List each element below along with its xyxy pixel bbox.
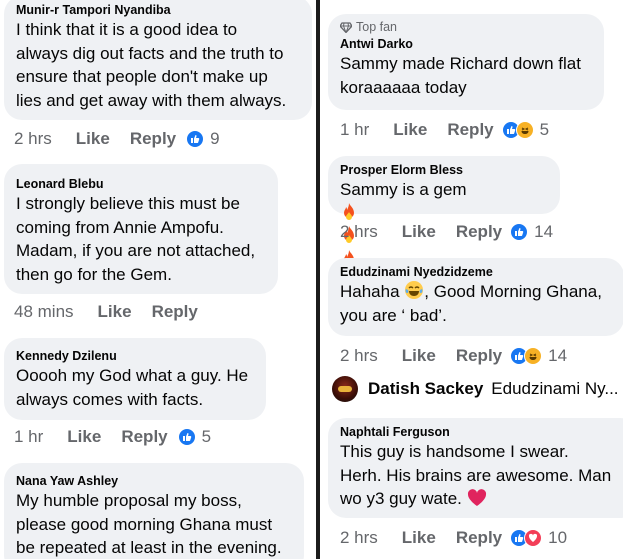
- reaction-count[interactable]: 5: [540, 120, 549, 140]
- comment-author[interactable]: Prosper Elorm Bless: [340, 162, 548, 178]
- comment-author[interactable]: Antwi Darko: [340, 36, 592, 52]
- like-button[interactable]: Like: [76, 129, 110, 149]
- comment-actions: 2 hrs Like Reply 14: [340, 220, 553, 244]
- comment-timestamp[interactable]: 2 hrs: [340, 528, 378, 548]
- reaction-count[interactable]: 10: [548, 528, 567, 548]
- reply-button[interactable]: Reply: [152, 302, 198, 322]
- comment-timestamp[interactable]: 2 hrs: [14, 129, 52, 149]
- reaction-summary[interactable]: [510, 529, 543, 547]
- reply-button[interactable]: Reply: [456, 222, 502, 242]
- top-fan-badge: Top fan: [340, 20, 592, 34]
- right-comment-column: Top fan Antwi Darko Sammy made Richard d…: [320, 0, 623, 559]
- top-fan-label: Top fan: [356, 20, 398, 34]
- like-reaction-icon: [177, 428, 196, 446]
- comment-text: I strongly believe this must be coming f…: [16, 194, 256, 284]
- comment-author[interactable]: Leonard Blebu: [16, 176, 266, 192]
- reply-preview[interactable]: Datish Sackey Edudzinami Ny...: [332, 374, 619, 404]
- comment-author[interactable]: Edudzinami Nyedzidzeme: [340, 264, 612, 280]
- reaction-summary[interactable]: [186, 130, 205, 148]
- reaction-summary[interactable]: [177, 428, 196, 446]
- comment-bubble: Prosper Elorm Bless Sammy is a gem: [328, 156, 560, 267]
- comment-author[interactable]: Naphtali Ferguson: [340, 424, 623, 440]
- reply-button[interactable]: Reply: [447, 120, 493, 140]
- comment-author[interactable]: Nana Yaw Ashley: [16, 473, 292, 489]
- like-button[interactable]: Like: [393, 120, 427, 140]
- comment-bubble: Naphtali Ferguson This guy is handsome I…: [328, 418, 623, 518]
- like-button[interactable]: Like: [402, 222, 436, 242]
- comment-timestamp[interactable]: 48 mins: [14, 302, 74, 322]
- fire-emoji: [344, 202, 354, 220]
- reply-button[interactable]: Reply: [456, 528, 502, 548]
- comment-text: This guy is handsome I swear. Herh. His …: [340, 442, 612, 508]
- comment-bubble: Kennedy Dzilenu Ooooh my God what a guy.…: [4, 338, 266, 420]
- reaction-summary[interactable]: [501, 121, 534, 139]
- comment-actions: 1 hr Like Reply 5: [340, 118, 549, 142]
- comment-timestamp[interactable]: 2 hrs: [340, 222, 378, 242]
- comment-actions: 2 hrs Like Reply 10: [340, 526, 567, 550]
- comment-text: Hahaha , Good Morning Ghana, you are ‘ b…: [340, 281, 602, 325]
- comment-actions: 1 hr Like Reply 5: [14, 425, 211, 449]
- tears-of-joy-emoji: [405, 281, 424, 299]
- reaction-count[interactable]: 14: [548, 346, 567, 366]
- comment-text: My humble proposal my boss, please good …: [16, 491, 282, 557]
- reaction-summary[interactable]: [510, 347, 543, 365]
- haha-reaction-icon: [515, 121, 534, 139]
- red-heart-emoji: [467, 489, 486, 506]
- comment-timestamp[interactable]: 2 hrs: [340, 346, 378, 366]
- comment-actions: 48 mins Like Reply: [14, 300, 218, 324]
- comment-text: I think that it is a good idea to always…: [16, 20, 287, 110]
- comment-text: Sammy made Richard down flat koraaaaaa t…: [340, 54, 581, 97]
- like-reaction-icon: [510, 223, 529, 241]
- comment-bubble: Munir-r Tampori Nyandiba I think that it…: [4, 0, 312, 120]
- comment-author[interactable]: Munir-r Tampori Nyandiba: [16, 2, 300, 18]
- avatar[interactable]: [332, 376, 358, 402]
- like-button[interactable]: Like: [402, 528, 436, 548]
- reply-preview-author[interactable]: Datish Sackey: [368, 379, 483, 399]
- left-comment-column: Munir-r Tampori Nyandiba I think that it…: [0, 0, 316, 559]
- like-button[interactable]: Like: [402, 346, 436, 366]
- reaction-count[interactable]: 14: [534, 222, 553, 242]
- comment-text: Ooooh my God what a guy. He always comes…: [16, 366, 249, 409]
- comment-timestamp[interactable]: 1 hr: [340, 120, 369, 140]
- comment-bubble: Edudzinami Nyedzidzeme Hahaha , Good Mor…: [328, 258, 623, 336]
- diamond-icon: [340, 21, 352, 33]
- like-reaction-icon: [186, 130, 205, 148]
- reaction-count[interactable]: 5: [202, 427, 211, 447]
- like-button[interactable]: Like: [67, 427, 101, 447]
- reply-button[interactable]: Reply: [130, 129, 176, 149]
- reaction-count[interactable]: 9: [210, 129, 219, 149]
- reply-button[interactable]: Reply: [456, 346, 502, 366]
- reaction-summary[interactable]: [510, 223, 529, 241]
- love-reaction-icon: [524, 529, 543, 547]
- comment-actions: 2 hrs Like Reply 14: [340, 344, 567, 368]
- comment-actions: 2 hrs Like Reply 9: [14, 127, 220, 151]
- comment-bubble: Top fan Antwi Darko Sammy made Richard d…: [328, 14, 604, 110]
- haha-reaction-icon: [524, 347, 543, 365]
- comment-author[interactable]: Kennedy Dzilenu: [16, 348, 254, 364]
- comment-bubble: Nana Yaw Ashley My humble proposal my bo…: [4, 463, 304, 559]
- comment-bubble: Leonard Blebu I strongly believe this mu…: [4, 164, 278, 294]
- reply-button[interactable]: Reply: [121, 427, 167, 447]
- comment-timestamp[interactable]: 1 hr: [14, 427, 43, 447]
- like-button[interactable]: Like: [98, 302, 132, 322]
- reply-preview-text[interactable]: Edudzinami Ny...: [491, 379, 618, 399]
